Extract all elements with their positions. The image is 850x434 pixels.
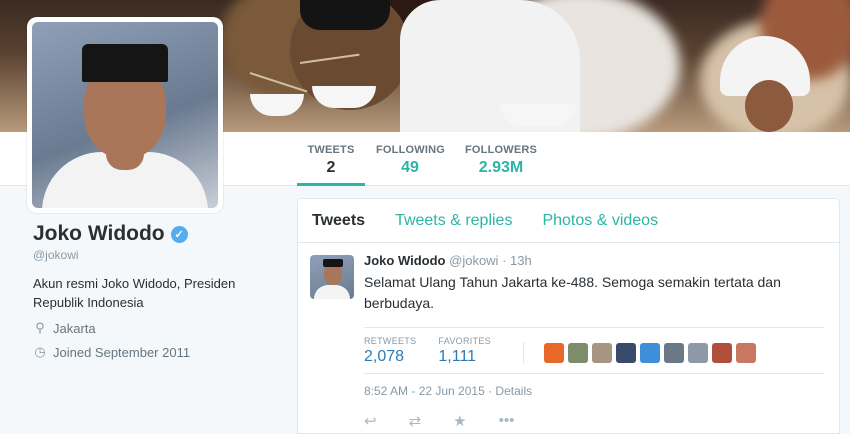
tweet-details-link[interactable]: · Details — [488, 384, 532, 398]
timeline-tabs: Tweets Tweets & replies Photos & videos — [298, 199, 839, 243]
joined-text: Joined September 2011 — [53, 344, 191, 360]
user-avatar[interactable] — [615, 343, 636, 363]
favorites-label: FAVORITES — [438, 336, 491, 346]
profile-location: ⚲ Jakarta — [33, 320, 283, 336]
user-avatar[interactable] — [711, 343, 732, 363]
profile-handle[interactable]: @jokowi — [33, 248, 283, 262]
tweet-text: Selamat Ulang Tahun Jakarta ke-488. Semo… — [364, 274, 781, 311]
followers-stat[interactable]: FOLLOWERS 2.93M — [465, 132, 537, 186]
user-avatar[interactable] — [567, 343, 588, 363]
retweets-value: 2,078 — [364, 348, 405, 365]
tab-tweets-replies[interactable]: Tweets & replies — [395, 212, 512, 230]
tweets-stat-value: 2 — [326, 159, 336, 176]
favorited-by-avatars — [522, 342, 756, 364]
followers-stat-value: 2.93M — [478, 159, 524, 176]
user-avatar[interactable] — [591, 343, 612, 363]
following-stat-label: FOLLOWING — [376, 144, 446, 156]
profile-avatar[interactable] — [27, 17, 223, 213]
following-stat[interactable]: FOLLOWING 49 — [376, 132, 446, 186]
profile-card: Joko Widodo ✓ @jokowi Akun resmi Joko Wi… — [33, 222, 283, 360]
tweet-header: Joko Widodo @jokowi · 13h — [364, 253, 827, 268]
tab-tweets[interactable]: Tweets — [312, 212, 365, 230]
location-icon: ⚲ — [35, 320, 45, 335]
retweets-stat[interactable]: RETWEETS 2,078 — [364, 336, 416, 366]
calendar-icon: ◷ — [34, 344, 46, 359]
tweet-handle[interactable]: @jokowi — [449, 253, 498, 268]
user-avatar[interactable] — [735, 343, 756, 363]
avatar — [32, 22, 218, 208]
profile-joined: ◷ Joined September 2011 — [33, 344, 283, 360]
tweets-stat-label: TWEETS — [307, 144, 355, 156]
followers-stat-label: FOLLOWERS — [465, 144, 538, 156]
user-avatar[interactable] — [543, 343, 564, 363]
favorites-stat[interactable]: FAVORITES 1,111 — [438, 336, 491, 366]
tweet-time[interactable]: · 13h — [502, 253, 532, 268]
favorite-icon[interactable]: ★ — [453, 412, 466, 430]
tweet[interactable]: Joko Widodo @jokowi · 13h Selamat Ulang … — [298, 243, 839, 430]
tweet-avatar[interactable] — [310, 255, 354, 299]
favorites-value: 1,111 — [438, 348, 477, 365]
verified-icon: ✓ — [170, 225, 188, 243]
retweets-label: RETWEETS — [364, 336, 417, 346]
tweet-timestamp: 8:52 AM - 22 Jun 2015 — [364, 384, 485, 398]
user-avatar[interactable] — [639, 343, 660, 363]
tweet-stats: RETWEETS 2,078 FAVORITES 1,111 — [364, 327, 824, 374]
tab-photos-videos[interactable]: Photos & videos — [542, 212, 658, 230]
profile-bio: Akun resmi Joko Widodo, Presiden Republi… — [33, 276, 236, 310]
more-icon[interactable]: ••• — [499, 412, 515, 430]
tweet-actions: ↩ ⇄ ★ ••• — [364, 412, 827, 430]
profile-name[interactable]: Joko Widodo — [33, 222, 165, 246]
user-avatar[interactable] — [687, 343, 708, 363]
reply-icon[interactable]: ↩ — [364, 412, 377, 430]
location-text: Jakarta — [53, 320, 96, 336]
timeline: Tweets Tweets & replies Photos & videos … — [297, 198, 840, 434]
following-stat-value: 49 — [401, 159, 419, 176]
retweet-icon[interactable]: ⇄ — [409, 412, 422, 430]
user-avatar[interactable] — [663, 343, 684, 363]
tweet-date: 8:52 AM - 22 Jun 2015 · Details — [364, 384, 827, 398]
tweets-stat[interactable]: TWEETS 2 — [297, 132, 365, 186]
tweet-author[interactable]: Joko Widodo — [364, 253, 446, 268]
